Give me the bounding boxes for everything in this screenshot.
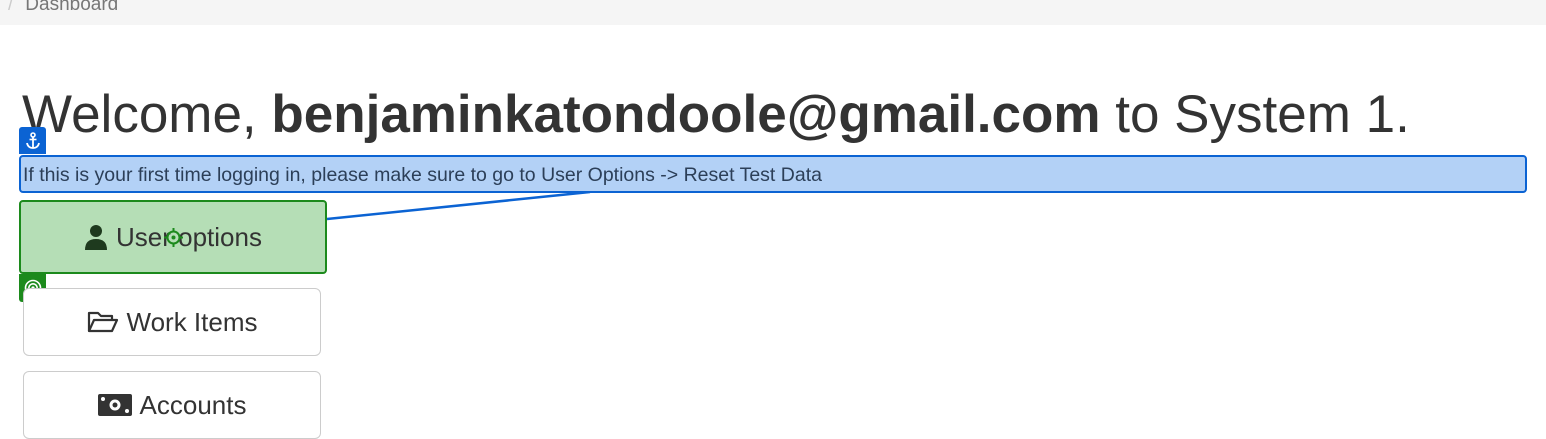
accounts-label: Accounts — [139, 389, 247, 420]
breadcrumb: / Dashboard — [8, 0, 118, 16]
anchor-badge — [19, 127, 46, 154]
folder-open-icon — [87, 310, 119, 334]
first-login-notice: If this is your first time logging in, p… — [19, 155, 1527, 193]
breadcrumb-bar: / Dashboard — [0, 0, 1546, 25]
breadcrumb-current[interactable]: Dashboard — [25, 0, 118, 15]
user-icon — [84, 224, 108, 250]
welcome-suffix: to System 1. — [1100, 85, 1410, 144]
welcome-prefix: Welcome, — [22, 85, 272, 144]
notice-text: If this is your first time logging in, p… — [23, 164, 822, 186]
work-items-label: Work Items — [126, 306, 258, 337]
click-target-crosshair — [164, 228, 183, 247]
user-email: benjaminkatondoole@gmail.com — [271, 85, 1101, 144]
user-options-label: User options — [116, 221, 262, 252]
breadcrumb-separator: / — [8, 0, 14, 15]
page-title: Welcome, benjaminkatondoole@gmail.com to… — [22, 82, 1410, 148]
work-items-button[interactable]: Work Items — [23, 288, 321, 356]
accounts-button[interactable]: Accounts — [23, 371, 321, 439]
money-bill-icon — [97, 394, 132, 416]
anchor-icon — [25, 131, 41, 150]
